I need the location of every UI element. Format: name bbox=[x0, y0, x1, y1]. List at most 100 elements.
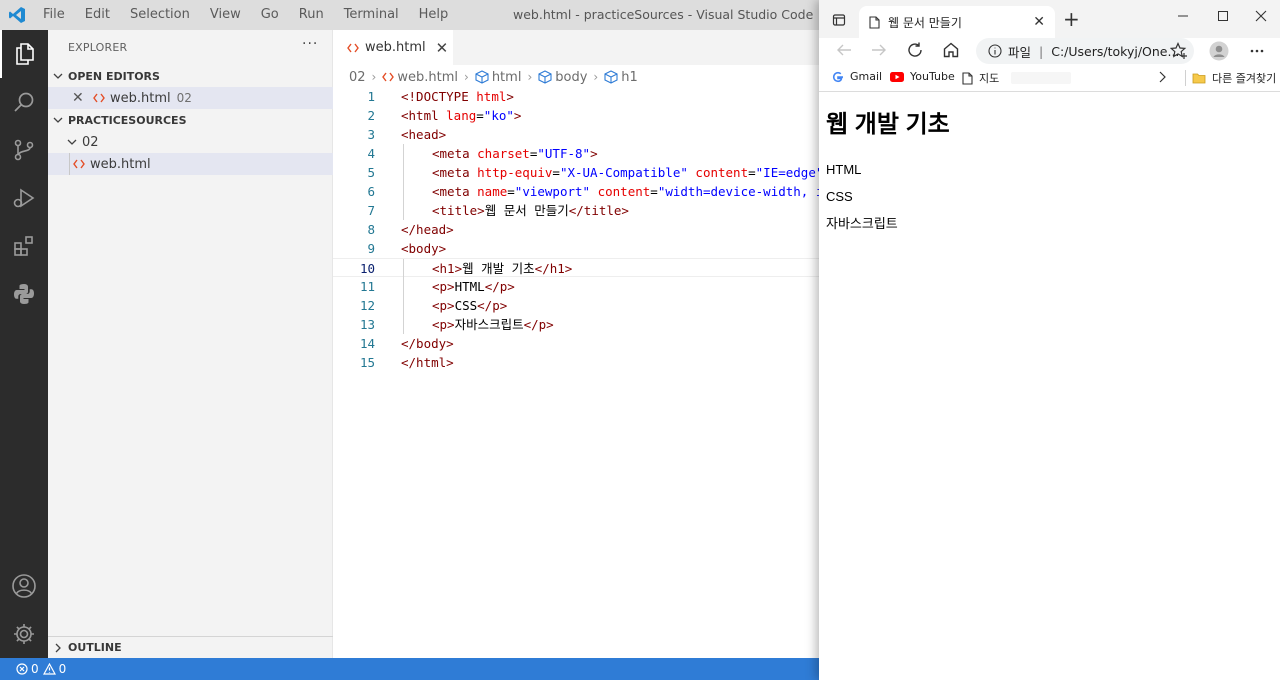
breadcrumb-file[interactable]: web.html bbox=[397, 70, 458, 85]
indent-guide bbox=[403, 259, 404, 278]
menu-edit[interactable]: Edit bbox=[75, 0, 120, 30]
browser-tab-strip: 웹 문서 만들기 ✕ + bbox=[819, 0, 1280, 38]
chevron-down-icon bbox=[62, 137, 82, 147]
chevron-right-icon: › bbox=[527, 70, 533, 84]
menu-help[interactable]: Help bbox=[409, 0, 459, 30]
line-text: <meta http-equiv="X-UA-Compatible" conte… bbox=[432, 165, 831, 180]
open-editor-item[interactable]: ✕ web.html 02 bbox=[48, 87, 333, 109]
code-line: 11 <p>HTML</p> bbox=[333, 277, 820, 296]
line-number: 9 bbox=[367, 241, 375, 256]
explorer-sidebar: EXPLORER ··· OPEN EDITORS ✕ web.html 02 … bbox=[48, 30, 333, 658]
home-icon[interactable] bbox=[942, 41, 960, 59]
page-icon bbox=[869, 15, 880, 29]
menu-view[interactable]: View bbox=[200, 0, 251, 30]
breadcrumb-h1[interactable]: h1 bbox=[621, 70, 638, 85]
chevron-right-icon[interactable] bbox=[1157, 71, 1167, 83]
tab-actions-icon[interactable] bbox=[832, 13, 846, 27]
favorite-gmail[interactable]: Gmail bbox=[832, 70, 882, 83]
line-number: 14 bbox=[359, 336, 375, 351]
divider bbox=[1185, 70, 1186, 86]
code-line: 13 <p>자바스크립트</p> bbox=[333, 315, 820, 334]
line-text: </head> bbox=[401, 222, 454, 237]
problems-indicator[interactable]: 0 0 bbox=[16, 662, 66, 676]
add-favorite-icon[interactable] bbox=[1170, 42, 1188, 60]
open-editors-section[interactable]: OPEN EDITORS bbox=[48, 65, 333, 87]
folder-item-02[interactable]: 02 bbox=[48, 131, 333, 153]
workspace-section[interactable]: PRACTICESOURCES bbox=[48, 109, 333, 131]
favorite-label: YouTube bbox=[910, 70, 955, 83]
more-options-icon[interactable] bbox=[1249, 43, 1265, 59]
code-line: 12 <p>CSS</p> bbox=[333, 296, 820, 315]
extensions-icon[interactable] bbox=[0, 222, 48, 270]
menu-selection[interactable]: Selection bbox=[120, 0, 200, 30]
window-title: web.html - practiceSources - Visual Stud… bbox=[513, 7, 814, 22]
menu-go[interactable]: Go bbox=[251, 0, 289, 30]
symbol-element-icon bbox=[604, 70, 618, 84]
html-file-icon bbox=[70, 159, 88, 169]
menu-terminal[interactable]: Terminal bbox=[334, 0, 409, 30]
line-number: 4 bbox=[367, 146, 375, 161]
source-control-icon[interactable] bbox=[0, 126, 48, 174]
close-icon[interactable]: ✕ bbox=[72, 90, 86, 106]
settings-gear-icon[interactable] bbox=[0, 610, 48, 658]
menu-run[interactable]: Run bbox=[289, 0, 334, 30]
line-number: 12 bbox=[359, 298, 375, 313]
minimize-icon[interactable] bbox=[1177, 10, 1189, 22]
favorite-map[interactable]: 지도 bbox=[962, 70, 1072, 86]
close-icon[interactable]: ✕ bbox=[1033, 14, 1045, 30]
code-line: 5 <meta http-equiv="X-UA-Compatible" cont… bbox=[333, 163, 831, 182]
line-number: 6 bbox=[367, 184, 375, 199]
search-icon[interactable] bbox=[0, 78, 48, 126]
other-favorites-label: 다른 즐겨찾기 bbox=[1212, 72, 1277, 85]
line-number: 7 bbox=[367, 203, 375, 218]
line-text: <p>자바스크립트</p> bbox=[432, 317, 554, 332]
breadcrumb-html[interactable]: html bbox=[492, 70, 522, 85]
open-editor-folder: 02 bbox=[176, 91, 192, 105]
new-tab-icon[interactable]: + bbox=[1063, 7, 1080, 31]
code-line: 9 <body> bbox=[333, 239, 820, 258]
info-icon[interactable] bbox=[988, 44, 1002, 58]
line-text: <body> bbox=[401, 241, 447, 256]
explorer-header: EXPLORER bbox=[68, 41, 128, 54]
line-number: 10 bbox=[359, 261, 375, 276]
line-text: <meta charset="UTF-8"> bbox=[432, 146, 598, 161]
browser-tab[interactable]: 웹 문서 만들기 ✕ bbox=[859, 6, 1055, 38]
back-arrow-icon[interactable] bbox=[835, 41, 853, 59]
line-text: </html> bbox=[401, 355, 454, 370]
youtube-icon bbox=[890, 71, 904, 82]
indent-guide bbox=[403, 277, 404, 296]
line-number: 8 bbox=[367, 222, 375, 237]
html-file-icon bbox=[382, 72, 395, 82]
code-line: 7 <title>웹 문서 만들기</title> bbox=[333, 201, 820, 220]
outline-section[interactable]: OUTLINE bbox=[48, 636, 333, 658]
python-icon[interactable] bbox=[0, 270, 48, 318]
breadcrumb-folder[interactable]: 02 bbox=[349, 70, 366, 85]
code-editor[interactable]: 1 <!DOCTYPE html> 2 <html lang="ko"> 3 <hea… bbox=[333, 87, 959, 372]
forward-arrow-icon[interactable] bbox=[870, 41, 888, 59]
address-bar[interactable]: 파일 | C:/Users/tokyj/One... bbox=[976, 38, 1194, 64]
run-debug-icon[interactable] bbox=[0, 174, 48, 222]
chevron-down-icon bbox=[48, 115, 68, 125]
line-number: 5 bbox=[367, 165, 375, 180]
files-icon[interactable] bbox=[0, 30, 48, 78]
indent-guide bbox=[403, 315, 404, 334]
file-item-web-html[interactable]: web.html bbox=[48, 153, 333, 175]
favorite-youtube[interactable]: YouTube bbox=[890, 70, 955, 83]
window-close-icon[interactable] bbox=[1255, 10, 1267, 22]
profile-avatar-icon[interactable] bbox=[1209, 41, 1229, 61]
address-separator: | bbox=[1039, 43, 1044, 59]
explorer-more-actions[interactable]: ··· bbox=[302, 36, 318, 52]
maximize-icon[interactable] bbox=[1217, 10, 1229, 22]
close-icon[interactable]: ✕ bbox=[436, 39, 449, 57]
account-icon[interactable] bbox=[0, 562, 48, 610]
other-favorites[interactable]: 다른 즐겨찾기 bbox=[1185, 70, 1276, 86]
tab-web-html[interactable]: web.html ✕ bbox=[333, 30, 453, 65]
menu-file[interactable]: File bbox=[33, 0, 75, 30]
file-label: web.html bbox=[90, 156, 151, 172]
breadcrumb-body[interactable]: body bbox=[555, 70, 587, 85]
warning-icon bbox=[42, 663, 56, 675]
refresh-icon[interactable] bbox=[906, 41, 924, 59]
error-count: 0 bbox=[31, 662, 39, 676]
open-editor-filename: web.html bbox=[110, 90, 171, 106]
line-text: <html lang="ko"> bbox=[401, 108, 522, 123]
